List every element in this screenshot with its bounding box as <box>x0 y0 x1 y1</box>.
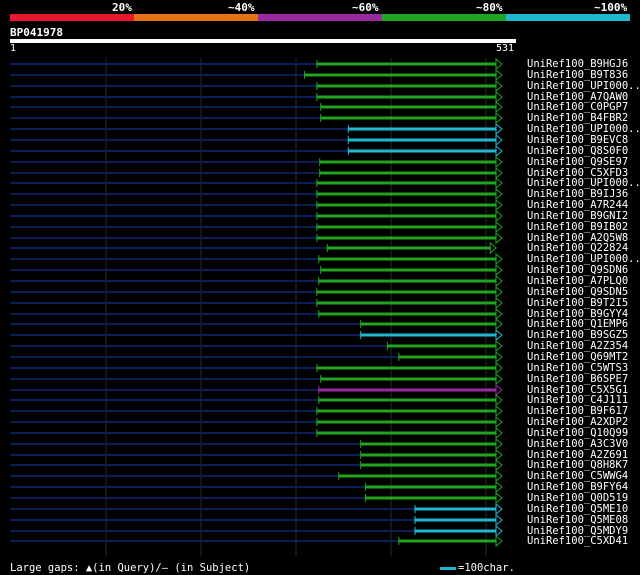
hit-end-arrow <box>495 274 503 288</box>
hit-label[interactable]: UniRef100_A7R244 <box>527 200 628 211</box>
hit-label[interactable]: UniRef100_Q5ME08 <box>527 515 628 526</box>
hit-end-arrow <box>495 90 503 104</box>
hit-end-arrow <box>495 198 503 212</box>
hit-label[interactable]: UniRef100_Q0D519 <box>527 493 628 504</box>
hit-end-arrow <box>495 187 503 201</box>
hit-label[interactable]: UniRef100_B9EVC8 <box>527 135 628 146</box>
hit-end-arrow <box>495 209 503 223</box>
hit-label[interactable]: UniRef100_B6SPE7 <box>527 374 628 385</box>
hit-end-arrow <box>495 426 503 440</box>
hit-label[interactable]: UniRef100_A3C3V0 <box>527 439 628 450</box>
hit-label[interactable]: UniRef100_B4FBR2 <box>527 113 628 124</box>
hit-label[interactable]: UniRef100_Q22824 <box>527 243 628 254</box>
scale-legend: =100char. <box>440 562 515 574</box>
hit-end-arrow <box>495 122 503 136</box>
hit-label[interactable]: UniRef100_B9T836 <box>527 70 628 81</box>
hit-end-arrow <box>495 100 503 114</box>
gaps-legend: Large gaps: ▲(in Query)/– (in Subject) <box>10 562 251 574</box>
hit-label[interactable]: UniRef100_C4J111 <box>527 395 628 406</box>
hit-end-arrow <box>495 133 503 147</box>
hit-label[interactable]: UniRef100_C5XD41 <box>527 536 628 547</box>
hit-end-arrow <box>495 79 503 93</box>
hit-label[interactable]: UniRef100_UPI000.. <box>527 254 640 265</box>
hit-end-arrow <box>495 404 503 418</box>
hit-label[interactable]: UniRef100_B9SGZ5 <box>527 330 628 341</box>
hit-end-arrow <box>495 491 503 505</box>
scale-label: =100char. <box>458 562 515 574</box>
hit-end-arrow <box>495 437 503 451</box>
hit-label[interactable]: UniRef100_B9GNI2 <box>527 211 628 222</box>
hit-end-arrow <box>489 241 498 255</box>
hit-label[interactable]: UniRef100_B9IB02 <box>527 222 628 233</box>
hit-label[interactable]: UniRef100_Q10Q99 <box>527 428 628 439</box>
hit-label[interactable]: UniRef100_B9IJ36 <box>527 189 628 200</box>
hit-end-arrow <box>495 155 503 169</box>
hit-label[interactable]: UniRef100_UPI000.. <box>527 124 640 135</box>
hit-end-arrow <box>495 57 503 71</box>
hit-end-arrow <box>495 231 503 245</box>
hit-end-arrow <box>495 307 503 321</box>
hit-end-arrow <box>495 361 503 375</box>
hit-end-arrow <box>495 448 503 462</box>
hit-end-arrow <box>495 144 503 158</box>
hit-end-arrow <box>495 350 503 364</box>
hit-label[interactable]: UniRef100_B9T2I5 <box>527 298 628 309</box>
hit-label[interactable]: UniRef100_Q1EMP6 <box>527 319 628 330</box>
hit-label[interactable]: UniRef100_A2Z354 <box>527 341 628 352</box>
hit-label[interactable]: UniRef100_A2XDP2 <box>527 417 628 428</box>
hit-label[interactable]: UniRef100_Q9SE97 <box>527 157 628 168</box>
hit-label[interactable]: UniRef100_Q69MT2 <box>527 352 628 363</box>
hit-end-arrow <box>495 166 503 180</box>
hit-end-arrow <box>495 252 503 266</box>
hit-label[interactable]: UniRef100_Q8H8K7 <box>527 460 628 471</box>
hit-end-arrow <box>495 383 503 397</box>
hit-end-arrow <box>495 68 503 82</box>
hit-label[interactable]: UniRef100_B9F617 <box>527 406 628 417</box>
hit-end-arrow <box>495 524 503 538</box>
hit-end-arrow <box>495 513 503 527</box>
hit-end-arrow <box>495 285 503 299</box>
scale-swatch <box>440 566 456 570</box>
hit-end-arrow <box>495 317 503 331</box>
hit-end-arrow <box>495 263 503 277</box>
hit-label[interactable]: UniRef100_C0PGP7 <box>527 102 628 113</box>
hit-end-arrow <box>495 458 503 472</box>
hit-label[interactable]: UniRef100_UPI000.. <box>527 81 640 92</box>
hit-end-arrow <box>495 480 503 494</box>
hit-label[interactable]: UniRef100_B9HGJ6 <box>527 59 628 70</box>
hit-end-arrow <box>495 502 503 516</box>
hit-label[interactable]: UniRef100_UPI000.. <box>527 178 640 189</box>
hit-end-arrow <box>495 220 503 234</box>
hit-end-arrow <box>495 176 503 190</box>
hit-end-arrow <box>495 393 503 407</box>
hit-end-arrow <box>495 111 503 125</box>
hit-label[interactable]: UniRef100_B9FY64 <box>527 482 628 493</box>
hit-label[interactable]: UniRef100_A7PLQ0 <box>527 276 628 287</box>
hit-end-arrow <box>495 534 503 548</box>
hit-end-arrow <box>495 296 503 310</box>
hit-label[interactable]: UniRef100_Q9SDN5 <box>527 287 628 298</box>
hit-label[interactable]: UniRef100_Q9SDN6 <box>527 265 628 276</box>
hit-end-arrow <box>495 339 503 353</box>
hit-label[interactable]: UniRef100_Q5ME10 <box>527 504 628 515</box>
hit-end-arrow <box>495 372 503 386</box>
hit-label[interactable]: UniRef100_Q8S0F0 <box>527 146 628 157</box>
hit-label[interactable]: UniRef100_C5WTS3 <box>527 363 628 374</box>
hit-label[interactable]: UniRef100_C5WWG4 <box>527 471 628 482</box>
hit-end-arrow <box>495 328 503 342</box>
hit-end-arrow <box>495 415 503 429</box>
hit-end-arrow <box>495 469 503 483</box>
